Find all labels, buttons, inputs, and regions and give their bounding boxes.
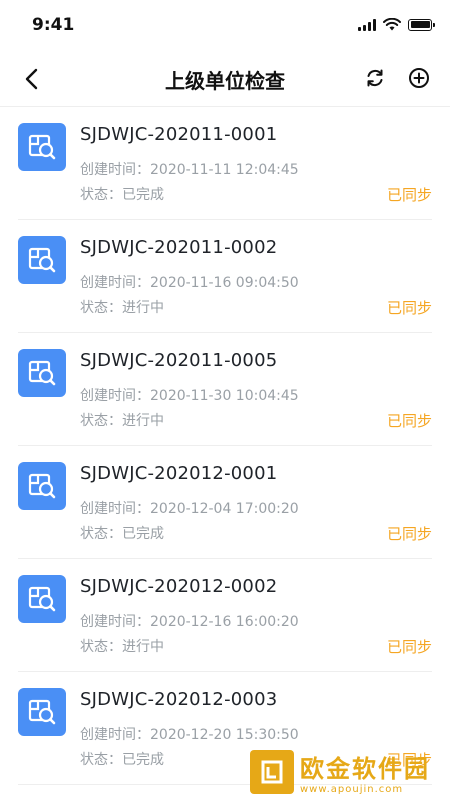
list-item[interactable]: SJDWJC-202011-0001 创建时间：2020-11-11 12:04…	[18, 107, 432, 220]
refresh-button[interactable]	[360, 63, 390, 93]
item-title: SJDWJC-202012-0003	[80, 689, 278, 710]
watermark-name: 欧金软件园	[300, 755, 430, 783]
sync-status-badge: 已同步	[386, 525, 432, 543]
item-title: SJDWJC-202012-0002	[80, 576, 278, 597]
item-created-time: 创建时间：2020-12-04 17:00:20	[80, 501, 299, 517]
item-status: 状态：已完成	[80, 752, 164, 768]
status-bar: 9:41	[0, 0, 450, 50]
inspection-list: SJDWJC-202011-0001 创建时间：2020-11-11 12:04…	[0, 107, 450, 785]
sync-status-badge: 已同步	[386, 186, 432, 204]
status-icons	[358, 18, 435, 31]
item-title: SJDWJC-202011-0005	[80, 350, 278, 371]
list-item[interactable]: SJDWJC-202012-0001 创建时间：2020-12-04 17:00…	[18, 446, 432, 559]
sync-status-badge: 已同步	[386, 299, 432, 317]
inspection-icon	[18, 462, 66, 510]
watermark-logo-icon	[250, 750, 294, 794]
list-item[interactable]: SJDWJC-202011-0002 创建时间：2020-11-16 09:04…	[18, 220, 432, 333]
refresh-icon	[367, 69, 383, 87]
item-status: 状态：进行中	[80, 300, 164, 316]
item-status: 状态：已完成	[80, 526, 164, 542]
item-created-time: 创建时间：2020-12-16 16:00:20	[80, 614, 299, 630]
item-title: SJDWJC-202011-0002	[80, 237, 278, 258]
sync-status-badge: 已同步	[386, 638, 432, 656]
status-time: 9:41	[32, 15, 75, 35]
list-item[interactable]: SJDWJC-202011-0005 创建时间：2020-11-30 10:04…	[18, 333, 432, 446]
inspection-icon	[18, 123, 66, 171]
inspection-icon	[18, 349, 66, 397]
sync-status-badge: 已同步	[386, 412, 432, 430]
item-title: SJDWJC-202012-0001	[80, 463, 278, 484]
wifi-icon	[383, 18, 401, 31]
item-created-time: 创建时间：2020-11-16 09:04:50	[80, 275, 299, 291]
nav-bar: 上级单位检查	[0, 50, 450, 107]
inspection-icon	[18, 236, 66, 284]
item-created-time: 创建时间：2020-12-20 15:30:50	[80, 727, 299, 743]
watermark-url: www.apoujin.com	[300, 784, 404, 795]
item-status: 状态：已完成	[80, 187, 164, 203]
add-button[interactable]	[404, 63, 434, 93]
list-item[interactable]: SJDWJC-202012-0002 创建时间：2020-12-16 16:00…	[18, 559, 432, 672]
cellular-signal-icon	[358, 18, 376, 31]
item-status: 状态：进行中	[80, 413, 164, 429]
watermark: 欧金软件园 www.apoujin.com	[250, 744, 450, 800]
watermark-text: 欧金软件园 www.apoujin.com	[300, 749, 430, 795]
item-created-time: 创建时间：2020-11-30 10:04:45	[80, 388, 299, 404]
battery-icon	[408, 18, 435, 31]
item-created-time: 创建时间：2020-11-11 12:04:45	[80, 162, 299, 178]
plus-circle-icon	[409, 68, 429, 88]
item-status: 状态：进行中	[80, 639, 164, 655]
inspection-icon	[18, 575, 66, 623]
item-title: SJDWJC-202011-0001	[80, 124, 278, 145]
inspection-icon	[18, 688, 66, 736]
